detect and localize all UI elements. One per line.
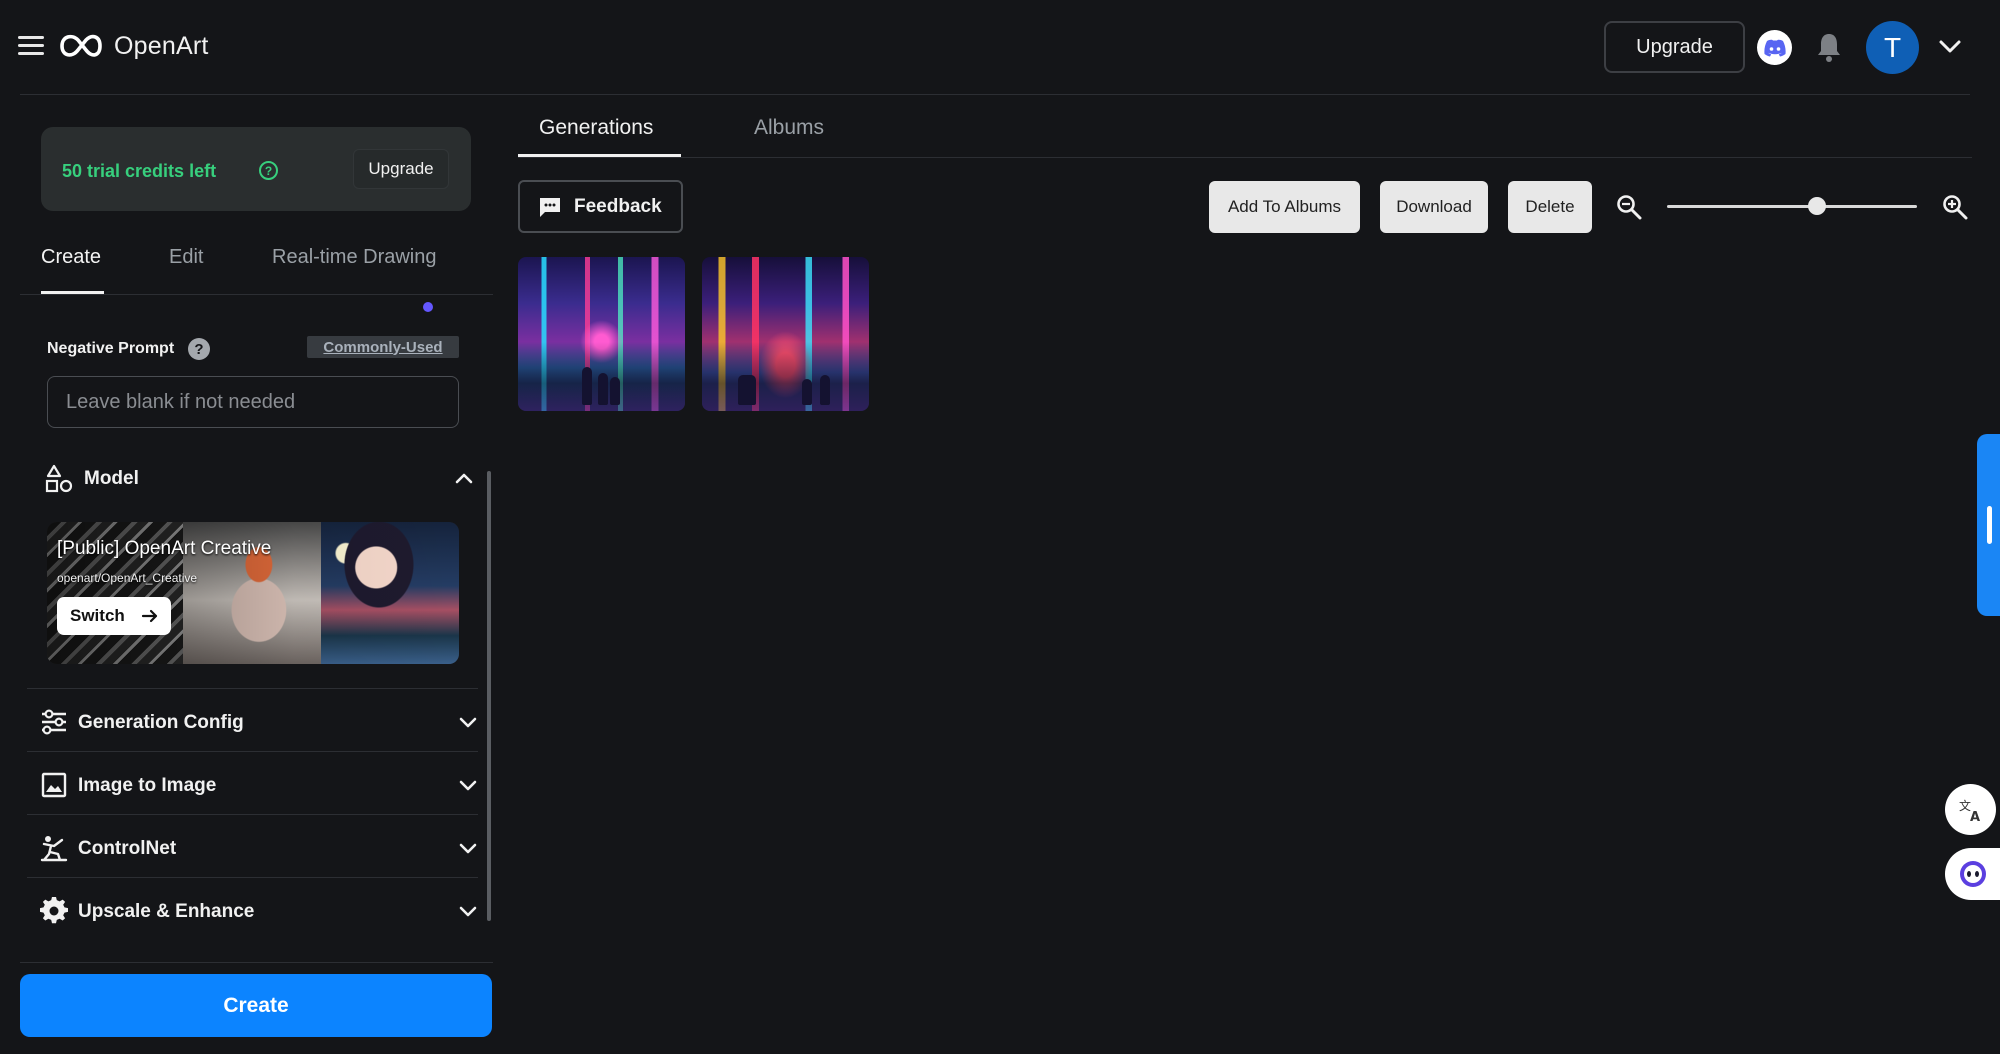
model-card[interactable]: [Public] OpenArt Creative openart/OpenAr… bbox=[47, 522, 459, 664]
mode-tabs: Create Edit Real-time Drawing bbox=[20, 246, 493, 294]
negative-prompt-help-icon[interactable]: ? bbox=[188, 338, 210, 360]
add-to-albums-button[interactable]: Add To Albums bbox=[1209, 181, 1360, 233]
credits-text: 50 trial credits left bbox=[62, 161, 217, 181]
shapes-icon bbox=[45, 464, 73, 493]
switch-label: Switch bbox=[70, 606, 125, 625]
create-button[interactable]: Create bbox=[20, 974, 492, 1037]
tabs-divider bbox=[518, 157, 1972, 158]
zoom-out-icon[interactable] bbox=[1616, 194, 1642, 220]
section-upscale-enhance[interactable]: Upscale & Enhance bbox=[40, 891, 478, 931]
brand-name[interactable]: OpenArt bbox=[114, 32, 209, 61]
negative-prompt-label: Negative Prompt bbox=[47, 340, 175, 357]
side-drawer-handle[interactable] bbox=[1977, 434, 2000, 616]
zoom-slider[interactable] bbox=[1667, 205, 1917, 208]
gallery-tabs: Generations Albums bbox=[518, 96, 1972, 159]
switch-model-button[interactable]: Switch bbox=[57, 597, 171, 635]
bell-icon[interactable] bbox=[1814, 31, 1844, 63]
tab-albums[interactable]: Albums bbox=[754, 116, 824, 140]
feedback-button[interactable]: Feedback bbox=[518, 180, 683, 233]
section-generation-config[interactable]: Generation Config bbox=[40, 702, 478, 742]
header-divider bbox=[20, 94, 1970, 95]
download-button[interactable]: Download bbox=[1380, 181, 1488, 233]
model-section-label: Model bbox=[84, 468, 139, 489]
sidebar-scrollbar[interactable] bbox=[487, 471, 491, 921]
section-label: Upscale & Enhance bbox=[78, 901, 255, 922]
tab-realtime-drawing[interactable]: Real-time Drawing bbox=[272, 246, 437, 269]
chevron-down-icon bbox=[459, 717, 477, 728]
chat-icon bbox=[540, 198, 560, 217]
model-slug: openart/OpenArt_Creative bbox=[57, 571, 198, 585]
image-icon bbox=[41, 772, 67, 798]
generated-image[interactable] bbox=[702, 257, 869, 411]
help-icon[interactable]: ? bbox=[259, 161, 278, 180]
section-label: Image to Image bbox=[78, 775, 217, 796]
credits-banner: 50 trial credits left ? Upgrade bbox=[41, 127, 471, 211]
chevron-down-icon bbox=[459, 843, 477, 854]
model-section-header[interactable]: Model bbox=[44, 460, 474, 500]
chevron-down-icon bbox=[459, 780, 477, 791]
status-dot bbox=[423, 302, 433, 312]
chevron-up-icon[interactable] bbox=[454, 470, 474, 486]
negative-prompt-input[interactable] bbox=[47, 376, 459, 428]
delete-button[interactable]: Delete bbox=[1508, 181, 1592, 233]
menu-icon[interactable] bbox=[18, 36, 44, 56]
zoom-slider-handle[interactable] bbox=[1808, 197, 1826, 215]
assistant-bot-icon[interactable] bbox=[1945, 848, 2000, 900]
gear-icon bbox=[40, 897, 68, 924]
chevron-down-icon[interactable] bbox=[1938, 36, 1962, 56]
translate-icon[interactable]: 文 A bbox=[1945, 784, 1996, 835]
openart-logo-icon[interactable] bbox=[58, 30, 104, 62]
pose-icon bbox=[40, 836, 68, 862]
section-image-to-image[interactable]: Image to Image bbox=[40, 765, 478, 805]
upgrade-button[interactable]: Upgrade bbox=[1604, 21, 1745, 73]
commonly-used-link[interactable]: Commonly-Used bbox=[307, 336, 459, 358]
chevron-down-icon bbox=[459, 906, 477, 917]
feedback-label: Feedback bbox=[574, 195, 662, 217]
top-bar: OpenArt Upgrade T bbox=[0, 0, 2000, 95]
section-label: Generation Config bbox=[78, 712, 244, 733]
arrow-right-icon bbox=[141, 609, 158, 623]
discord-icon[interactable] bbox=[1757, 30, 1792, 65]
avatar[interactable]: T bbox=[1866, 21, 1919, 74]
svg-text:A: A bbox=[1970, 810, 1980, 823]
section-label: ControlNet bbox=[78, 838, 177, 859]
credits-upgrade-button[interactable]: Upgrade bbox=[353, 149, 449, 189]
tabs-divider bbox=[20, 294, 493, 295]
tab-create[interactable]: Create bbox=[41, 246, 101, 269]
model-name: [Public] OpenArt Creative bbox=[57, 538, 272, 559]
section-controlnet[interactable]: ControlNet bbox=[40, 828, 478, 868]
sliders-icon bbox=[42, 709, 66, 735]
left-panel: 50 trial credits left ? Upgrade Create E… bbox=[20, 96, 493, 1054]
tab-edit[interactable]: Edit bbox=[169, 246, 203, 269]
tab-generations[interactable]: Generations bbox=[539, 116, 653, 140]
zoom-in-icon[interactable] bbox=[1942, 194, 1968, 220]
generated-image[interactable] bbox=[518, 257, 685, 411]
